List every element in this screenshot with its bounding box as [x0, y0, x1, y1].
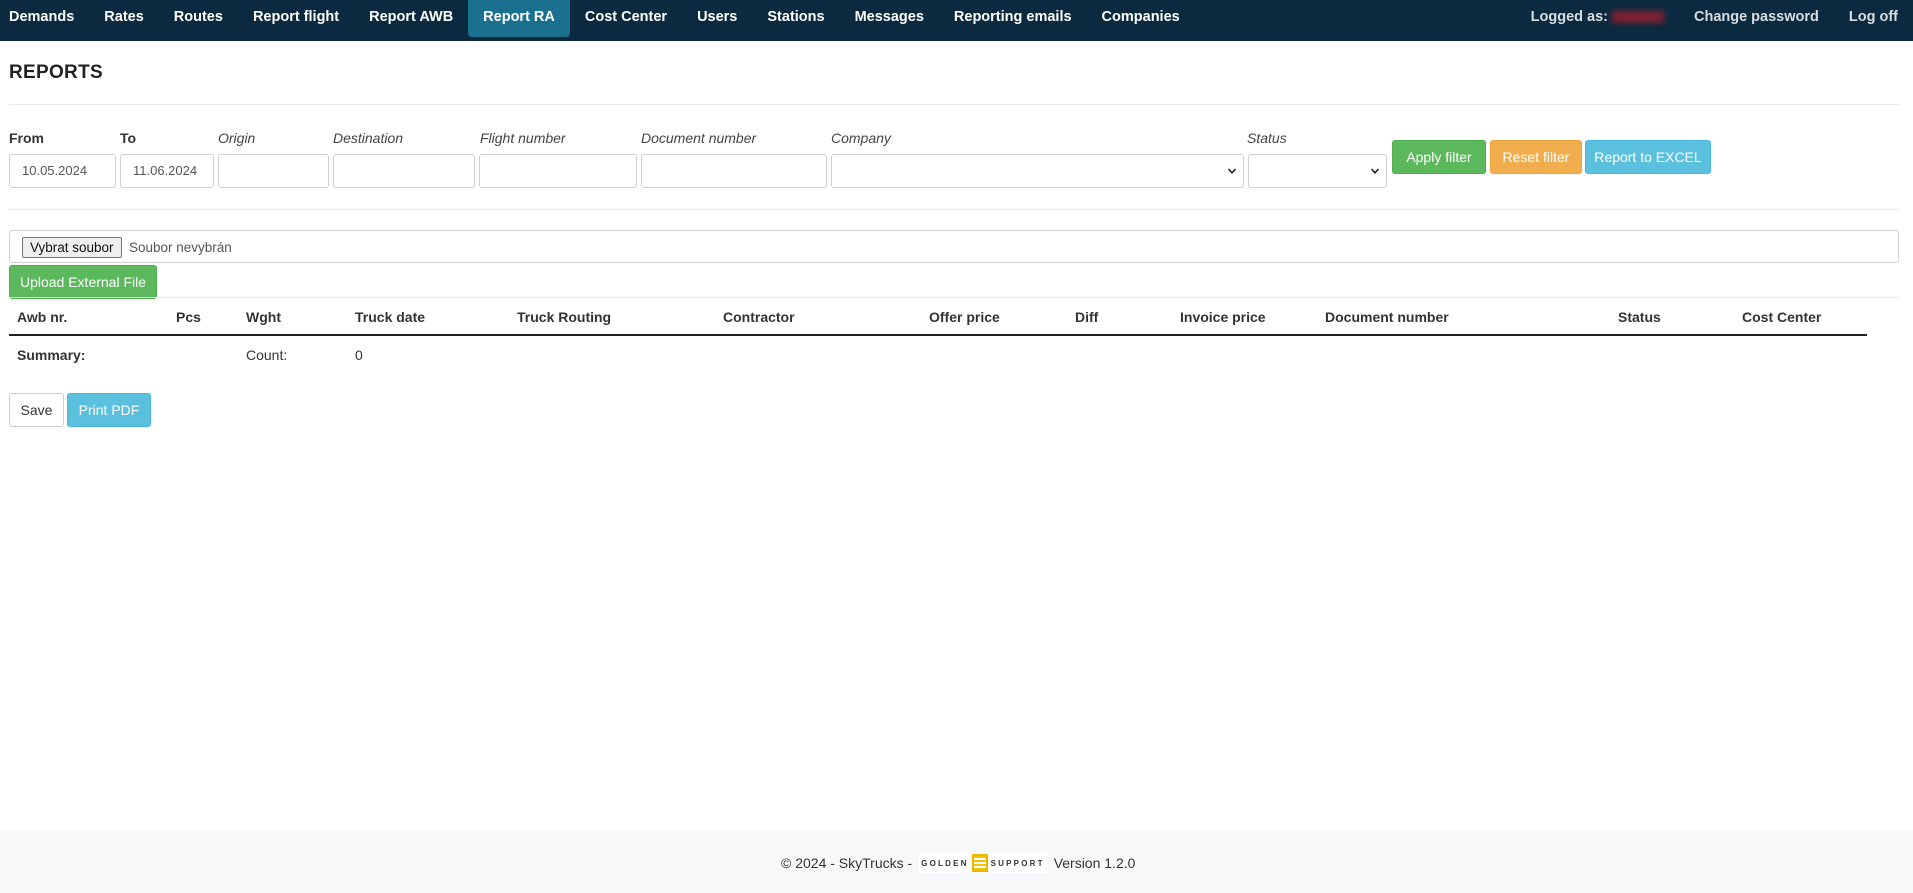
- choose-file-button[interactable]: Vybrat soubor: [22, 237, 122, 258]
- nav-item-stations[interactable]: Stations: [752, 0, 839, 37]
- destination-label: Destination: [333, 130, 404, 146]
- logo-mark-icon: [971, 854, 988, 872]
- report-to-excel-button[interactable]: Report to EXCEL: [1585, 140, 1711, 174]
- logo-text-left: GOLDEN: [921, 858, 969, 868]
- col-diff[interactable]: Diff: [1075, 309, 1098, 325]
- print-pdf-button[interactable]: Print PDF: [67, 393, 151, 427]
- status-label: Status: [1247, 130, 1287, 146]
- copyright-text: © 2024 - SkyTrucks -: [781, 855, 913, 871]
- col-cost-center[interactable]: Cost Center: [1742, 309, 1821, 325]
- logged-as-text: Logged as:: [1530, 9, 1608, 25]
- upload-external-file-button[interactable]: Upload External File: [9, 265, 157, 299]
- col-awb-nr[interactable]: Awb nr.: [17, 309, 67, 325]
- col-truck-date[interactable]: Truck date: [355, 309, 425, 325]
- document-number-input[interactable]: [641, 154, 827, 188]
- col-document-number[interactable]: Document number: [1325, 309, 1449, 325]
- status-select[interactable]: [1248, 154, 1387, 188]
- col-wght[interactable]: Wght: [246, 309, 281, 325]
- nav-item-report-awb[interactable]: Report AWB: [354, 0, 468, 37]
- golden-support-logo: GOLDEN SUPPORT: [919, 853, 1047, 873]
- nav-item-messages[interactable]: Messages: [840, 0, 939, 37]
- col-contractor[interactable]: Contractor: [723, 309, 795, 325]
- flight-number-label: Flight number: [480, 130, 566, 146]
- count-label: Count:: [246, 347, 288, 363]
- save-button[interactable]: Save: [9, 393, 64, 427]
- redacted-username: [1611, 11, 1664, 24]
- document-number-label: Document number: [641, 130, 757, 146]
- apply-filter-button[interactable]: Apply filter: [1392, 140, 1486, 174]
- origin-input[interactable]: [218, 154, 329, 188]
- nav-item-report-flight[interactable]: Report flight: [238, 0, 354, 37]
- nav-item-routes[interactable]: Routes: [159, 0, 238, 37]
- divider: [9, 209, 1899, 210]
- divider: [9, 297, 1899, 298]
- logged-as-label: Logged as:: [1516, 0, 1679, 35]
- company-select[interactable]: [831, 154, 1244, 188]
- company-label: Company: [831, 130, 891, 146]
- change-password-link[interactable]: Change password: [1679, 0, 1834, 35]
- top-navbar: Demands Rates Routes Report flight Repor…: [0, 0, 1913, 41]
- file-input[interactable]: Vybrat soubor Soubor nevybrán: [9, 230, 1899, 263]
- chevron-down-icon: [1370, 168, 1380, 174]
- col-truck-routing[interactable]: Truck Routing: [517, 309, 611, 325]
- destination-input[interactable]: [333, 154, 475, 188]
- col-status[interactable]: Status: [1618, 309, 1661, 325]
- from-label: From: [9, 130, 44, 146]
- divider: [9, 104, 1899, 105]
- col-offer-price[interactable]: Offer price: [929, 309, 1000, 325]
- col-pcs[interactable]: Pcs: [176, 309, 201, 325]
- origin-label: Origin: [218, 130, 256, 146]
- nav-item-reporting-emails[interactable]: Reporting emails: [939, 0, 1087, 37]
- nav-item-rates[interactable]: Rates: [89, 0, 159, 37]
- nav-item-cost-center[interactable]: Cost Center: [570, 0, 682, 37]
- nav-item-companies[interactable]: Companies: [1087, 0, 1195, 37]
- nav-item-demands[interactable]: Demands: [0, 0, 89, 37]
- chevron-down-icon: [1227, 168, 1237, 174]
- to-date-input[interactable]: 11.06.2024: [120, 154, 214, 188]
- table-header-underline: [9, 334, 1867, 336]
- footer: © 2024 - SkyTrucks - GOLDEN SUPPORT Vers…: [0, 830, 1913, 893]
- reset-filter-button[interactable]: Reset filter: [1490, 140, 1582, 174]
- from-date-input[interactable]: 10.05.2024: [9, 154, 116, 188]
- no-file-text: Soubor nevybrán: [129, 240, 232, 255]
- log-off-link[interactable]: Log off: [1834, 0, 1913, 35]
- page-title: REPORTS: [9, 62, 103, 83]
- version-text: Version 1.2.0: [1053, 855, 1136, 871]
- footer-content: © 2024 - SkyTrucks - GOLDEN SUPPORT Vers…: [781, 853, 1135, 873]
- flight-number-input[interactable]: [479, 154, 637, 188]
- count-value: 0: [355, 347, 363, 363]
- col-invoice-price[interactable]: Invoice price: [1180, 309, 1266, 325]
- nav-menu: Demands Rates Routes Report flight Repor…: [0, 0, 1195, 41]
- nav-user-area: Logged as: Change password Log off: [1516, 0, 1913, 41]
- summary-label: Summary:: [17, 347, 86, 363]
- logo-text-right: SUPPORT: [990, 858, 1045, 868]
- nav-item-users[interactable]: Users: [682, 0, 752, 37]
- nav-item-report-ra[interactable]: Report RA: [468, 0, 570, 37]
- to-label: To: [120, 130, 137, 146]
